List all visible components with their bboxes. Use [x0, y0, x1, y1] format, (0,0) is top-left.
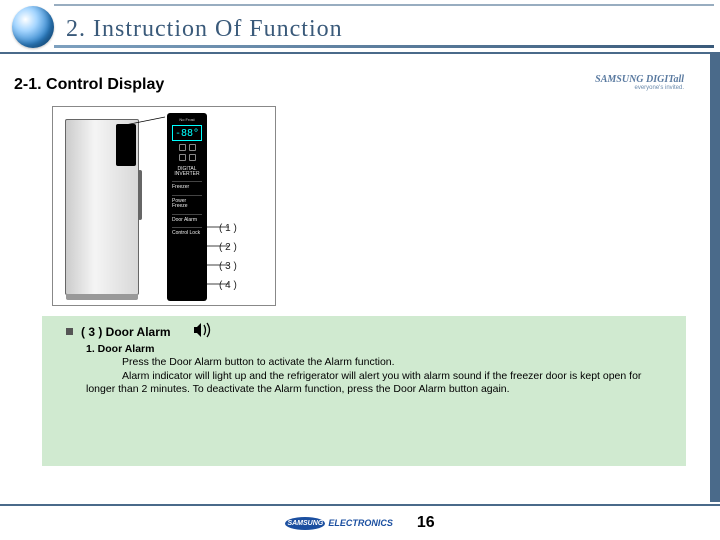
panel-temp-display: -88°: [172, 125, 202, 141]
panel-top-label: No Frost: [179, 117, 194, 122]
panel-button-power-freeze: Power Freeze: [172, 199, 202, 210]
callout-4: ( 4 ): [219, 280, 237, 299]
panel-icon-4: [189, 154, 196, 161]
control-display-diagram: No Frost -88° DIGITAL INVERTER Freezer P…: [52, 106, 276, 306]
section-title: 2. Instruction Of Function: [66, 16, 343, 43]
panel-button-freezer: Freezer: [172, 185, 202, 191]
panel-divider: [172, 227, 202, 228]
header-sphere-icon: [12, 6, 54, 48]
item-title: ( 3 ) Door Alarm: [81, 325, 171, 339]
footer: SAMSUNG ELECTRONICS 16: [0, 504, 720, 540]
header-rule-top: [54, 4, 714, 6]
panel-icon-row-2: [179, 154, 196, 161]
subsection-title: 2-1. Control Display: [14, 76, 164, 94]
instruction-line2: Alarm indicator will light up and the re…: [86, 370, 641, 396]
panel-button-control-lock: Control Lock: [172, 231, 202, 237]
panel-divider: [172, 181, 202, 182]
footer-logo-sub: ELECTRONICS: [328, 518, 393, 528]
fridge-handle: [138, 170, 142, 220]
instruction-sub-heading: 1. Door Alarm: [86, 343, 676, 355]
callout-3: ( 3 ): [219, 261, 237, 280]
footer-logo: SAMSUNG ELECTRONICS: [285, 517, 393, 530]
panel-divider: [172, 195, 202, 196]
bullet-square-icon: [66, 328, 73, 335]
brand-mark: SAMSUNG DIGITall everyone's invited.: [595, 74, 684, 91]
callout-2: ( 2 ): [219, 242, 237, 261]
panel-divider: [172, 214, 202, 215]
callout-numbers: ( 1 ) ( 2 ) ( 3 ) ( 4 ): [219, 223, 237, 299]
panel-button-door-alarm: Door Alarm: [172, 218, 202, 224]
callout-1: ( 1 ): [219, 223, 237, 242]
page-number: 16: [417, 514, 435, 532]
right-edge-bar: [710, 54, 720, 502]
instruction-panel: ( 3 ) Door Alarm 1. Door Alarm Press the…: [42, 316, 686, 466]
samsung-oval-icon: SAMSUNG: [285, 517, 325, 530]
panel-icon-2: [189, 144, 196, 151]
panel-icon-1: [179, 144, 186, 151]
speaker-icon: [193, 322, 215, 341]
brand-tagline: everyone's invited.: [595, 85, 684, 91]
fridge-panel-location: [116, 124, 136, 166]
instruction-body: Press the Door Alarm button to activate …: [86, 356, 670, 397]
panel-brand-line1: DIGITAL INVERTER: [167, 167, 207, 177]
brand-name: SAMSUNG DIGITall: [595, 74, 684, 85]
panel-icon-3: [179, 154, 186, 161]
header: 2. Instruction Of Function: [0, 0, 720, 54]
refrigerator-illustration: [65, 119, 139, 295]
panel-icon-row: [179, 144, 196, 151]
control-panel-enlarged: No Frost -88° DIGITAL INVERTER Freezer P…: [167, 113, 207, 301]
instruction-heading-row: ( 3 ) Door Alarm: [66, 322, 676, 341]
instruction-line1: Press the Door Alarm button to activate …: [122, 356, 395, 370]
header-rule-bottom: [54, 45, 714, 48]
